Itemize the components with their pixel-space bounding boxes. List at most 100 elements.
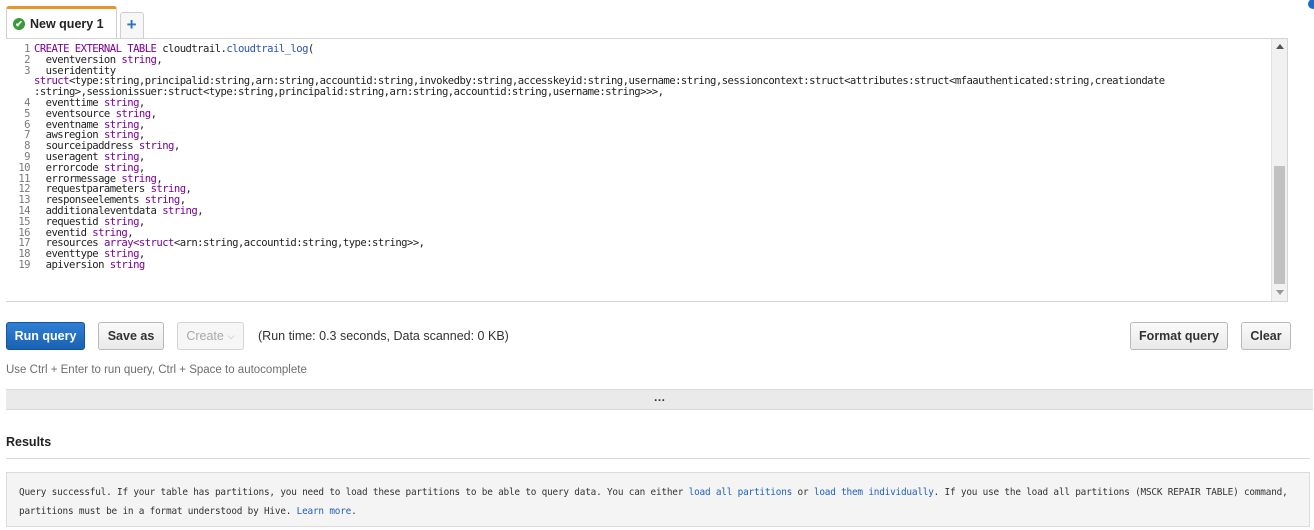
save-as-button[interactable]: Save as bbox=[98, 322, 164, 350]
sql-type: string bbox=[103, 119, 140, 131]
code-token: useridentity bbox=[34, 65, 117, 77]
code-token: , bbox=[197, 205, 204, 217]
sql-type: string bbox=[121, 54, 157, 66]
code-text: eventtype string, bbox=[34, 249, 1276, 260]
sql-type: array<struct bbox=[103, 238, 174, 250]
code-token: sourceipaddress bbox=[34, 141, 139, 152]
code-text: eventtime string, bbox=[34, 98, 1276, 109]
tab-label: New query 1 bbox=[30, 16, 104, 31]
code-token: requestparameters bbox=[34, 184, 151, 196]
code-text: useridentity bbox=[34, 66, 1276, 77]
help-icon[interactable] bbox=[1308, 0, 1314, 9]
code-token: , bbox=[150, 108, 157, 120]
code-token: , bbox=[156, 54, 163, 66]
code-text: errorcode string, bbox=[34, 163, 1276, 174]
scrollbar-thumb[interactable] bbox=[1274, 166, 1285, 284]
sql-type: string bbox=[138, 141, 175, 152]
code-token: , bbox=[138, 216, 145, 228]
code-line[interactable]: 14 additionaleventdata string, bbox=[6, 206, 1276, 217]
sql-type: string bbox=[162, 205, 198, 217]
format-query-button[interactable]: Format query bbox=[1130, 322, 1228, 350]
code-token: eventid bbox=[34, 227, 93, 239]
load-individually-link[interactable]: load them individually bbox=[814, 487, 934, 498]
sql-type: string bbox=[109, 259, 146, 271]
line-number: 19 bbox=[18, 258, 30, 271]
code-token: eventname bbox=[34, 119, 104, 131]
code-line[interactable]: 9 useragent string, bbox=[6, 152, 1276, 163]
scroll-up-arrow-icon[interactable] bbox=[1276, 44, 1284, 49]
message-text-2: or bbox=[792, 487, 814, 498]
create-dropdown-button[interactable]: Create ⌵ bbox=[177, 322, 244, 350]
code-text: struct<type:string,principalid:string,ar… bbox=[34, 76, 1276, 87]
splitter-handle-icon: … bbox=[653, 390, 666, 404]
code-token: , bbox=[138, 130, 145, 142]
code-line[interactable]: 5 eventsource string, bbox=[6, 108, 1276, 120]
code-line[interactable]: 17 resources array<struct<arn:string,acc… bbox=[6, 238, 1276, 249]
code-line[interactable]: 10 errorcode string, bbox=[6, 161, 1276, 174]
code-text: eventsource string, bbox=[34, 109, 1276, 120]
load-all-partitions-link[interactable]: load all partitions bbox=[689, 487, 793, 498]
code-line[interactable]: 6 eventname string, bbox=[6, 119, 1276, 131]
code-token: useragent bbox=[34, 151, 104, 163]
clear-button[interactable]: Clear bbox=[1241, 322, 1291, 350]
create-label: Create bbox=[186, 329, 224, 343]
sql-type: struct bbox=[34, 76, 70, 88]
code-token: responseelements bbox=[34, 195, 145, 206]
tab-new-query-1[interactable]: ✔ New query 1 bbox=[6, 6, 117, 38]
code-line[interactable]: 3 useridentity bbox=[6, 65, 1276, 77]
code-text: useragent string, bbox=[34, 152, 1276, 163]
code-line[interactable]: 13 responseelements string, bbox=[6, 195, 1276, 206]
code-line[interactable]: 16 eventid string, bbox=[6, 227, 1276, 239]
results-message: Query successful. If your table has part… bbox=[6, 472, 1310, 527]
code-token: , bbox=[138, 97, 145, 109]
query-editor[interactable]: 1 CREATE EXTERNAL TABLE cloudtrail.cloudt… bbox=[6, 38, 1288, 302]
sql-type: string bbox=[121, 173, 157, 185]
code-text: eventid string, bbox=[34, 228, 1276, 239]
code-line[interactable]: 18 eventtype string, bbox=[6, 249, 1276, 260]
code-text: eventversion string, bbox=[34, 55, 1276, 66]
code-text: responseelements string, bbox=[34, 195, 1276, 206]
run-query-button[interactable]: Run query bbox=[6, 322, 85, 350]
message-text-1: Query successful. If your table has part… bbox=[19, 487, 689, 498]
sql-type: string bbox=[115, 108, 152, 120]
code-line[interactable]: 1 CREATE EXTERNAL TABLE cloudtrail.cloudt… bbox=[6, 44, 1276, 55]
code-text: eventname string, bbox=[34, 120, 1276, 131]
code-token: , bbox=[138, 151, 145, 163]
code-text: requestparameters string, bbox=[34, 184, 1276, 195]
code-line[interactable]: 12 requestparameters string, bbox=[6, 184, 1276, 195]
code-token: errormessage bbox=[34, 173, 122, 185]
code-token: requestid bbox=[34, 216, 104, 228]
query-tab-bar: ✔ New query 1 + bbox=[6, 6, 144, 38]
code-token: eventtype bbox=[34, 249, 104, 260]
run-time-status: (Run time: 0.3 seconds, Data scanned: 0 … bbox=[258, 329, 509, 343]
code-token: errorcode bbox=[34, 162, 104, 174]
sql-type: string bbox=[103, 97, 140, 109]
code-text: resources array<struct<arn:string,accoun… bbox=[34, 238, 1276, 249]
code-lines[interactable]: 1 CREATE EXTERNAL TABLE cloudtrail.cloudt… bbox=[6, 44, 1276, 271]
code-token: ( bbox=[307, 44, 314, 55]
code-line[interactable]: 8 sourceipaddress string, bbox=[6, 141, 1276, 152]
editor-scrollbar[interactable] bbox=[1271, 39, 1287, 301]
code-line[interactable]: 15 requestid string, bbox=[6, 216, 1276, 228]
code-line[interactable]: 4 eventtime string, bbox=[6, 98, 1276, 109]
resize-splitter[interactable]: … bbox=[6, 389, 1313, 410]
code-line[interactable]: 11 errormessage string, bbox=[6, 173, 1276, 185]
code-token: additionaleventdata bbox=[34, 205, 163, 217]
results-divider bbox=[6, 458, 1310, 459]
code-line[interactable]: struct<type:string,principalid:string,ar… bbox=[6, 76, 1276, 87]
learn-more-link[interactable]: Learn more bbox=[297, 506, 352, 517]
line-number: 10 bbox=[18, 161, 30, 174]
code-line[interactable]: 19 apiversion string bbox=[6, 260, 1276, 271]
code-token: eventtime bbox=[34, 97, 104, 109]
code-line[interactable]: 7 awsregion string, bbox=[6, 130, 1276, 141]
code-text: requestid string, bbox=[34, 217, 1276, 228]
sql-type: string bbox=[144, 195, 181, 206]
code-line[interactable]: :string>,sessionissuer:struct<type:strin… bbox=[6, 87, 1276, 98]
code-token: awsregion bbox=[34, 130, 104, 142]
code-token: eventversion bbox=[34, 54, 122, 66]
scroll-down-arrow-icon[interactable] bbox=[1276, 290, 1284, 295]
code-text: errormessage string, bbox=[34, 174, 1276, 185]
code-text: apiversion string bbox=[34, 260, 1276, 271]
add-tab-plus-icon[interactable]: + bbox=[119, 12, 144, 38]
code-line[interactable]: 2 eventversion string, bbox=[6, 54, 1276, 66]
